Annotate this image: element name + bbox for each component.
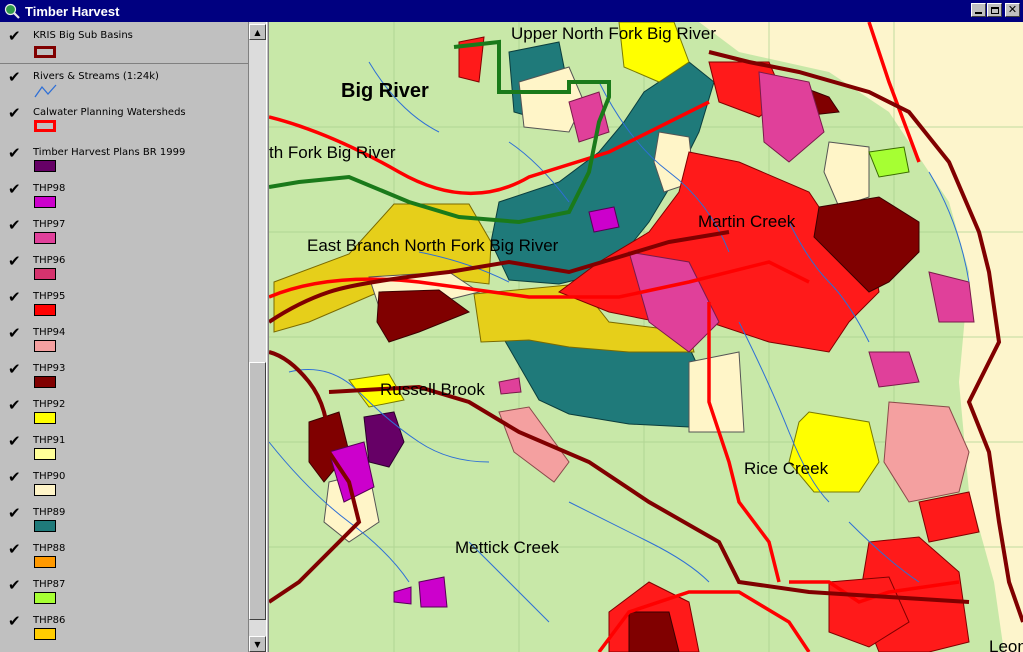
window-title-bar: Timber Harvest ✕ [0, 0, 1023, 22]
layer-name: THP96 [33, 255, 66, 266]
layer-symbol [34, 628, 56, 640]
label-martin-creek: Martin Creek [698, 212, 796, 231]
legend-panel: ✔ KRIS Big Sub Basins ✔ Rivers & Streams… [0, 22, 248, 652]
scroll-up-button[interactable]: ▲ [249, 24, 266, 40]
label-big-river: Big River [341, 80, 429, 102]
layer-checkbox[interactable]: ✔ [8, 578, 21, 593]
stream-line-symbol [34, 84, 57, 98]
restore-icon [990, 6, 999, 14]
layer-name: THP89 [33, 507, 66, 518]
legend-layer[interactable]: ✔ THP91 [0, 430, 248, 464]
label-russell-brook: Russell Brook [380, 380, 485, 399]
thp98-area [418, 576, 448, 608]
layer-name: THP88 [33, 543, 66, 554]
layer-symbol [34, 120, 56, 132]
label-leon: Leon [989, 637, 1023, 652]
map-view[interactable]: Upper North Fork Big River Big River th … [269, 22, 1023, 652]
close-button[interactable]: ✕ [1005, 3, 1020, 17]
layer-name: THP97 [33, 219, 66, 230]
legend-layer[interactable]: ✔ THP97 [0, 214, 248, 248]
layer-symbol [34, 268, 56, 280]
layer-checkbox[interactable]: ✔ [8, 326, 21, 341]
layer-checkbox[interactable]: ✔ [8, 218, 21, 233]
legend-layer[interactable]: ✔ THP94 [0, 322, 248, 356]
window-title: Timber Harvest [25, 3, 120, 19]
layer-name: Rivers & Streams (1:24k) [33, 71, 159, 82]
layer-symbol [34, 46, 56, 58]
legend-layer[interactable]: ✔ THP90 [0, 466, 248, 500]
layer-checkbox[interactable]: ✔ [8, 506, 21, 521]
minimize-icon [975, 12, 982, 14]
layer-checkbox[interactable]: ✔ [8, 254, 21, 269]
layer-checkbox[interactable]: ✔ [8, 146, 21, 161]
label-north-fork: th Fork Big River [269, 143, 396, 162]
layer-checkbox[interactable]: ✔ [8, 542, 21, 557]
layer-name: THP94 [33, 327, 66, 338]
layer-name: Timber Harvest Plans BR 1999 [33, 147, 186, 158]
layer-symbol [34, 448, 56, 460]
legend-layer[interactable]: ✔ Rivers & Streams (1:24k) [0, 66, 248, 100]
legend-layer[interactable]: ✔ KRIS Big Sub Basins [0, 26, 248, 62]
layer-name: THP91 [33, 435, 66, 446]
layer-checkbox[interactable]: ✔ [8, 106, 21, 121]
legend-layer[interactable]: ✔ THP87 [0, 574, 248, 608]
layer-checkbox[interactable]: ✔ [8, 362, 21, 377]
layer-checkbox[interactable]: ✔ [8, 398, 21, 413]
arrow-up-icon: ▲ [254, 27, 261, 37]
layer-name: THP90 [33, 471, 66, 482]
layer-name: Calwater Planning Watersheds [33, 107, 186, 118]
legend-layer[interactable]: ✔ THP88 [0, 538, 248, 572]
layer-symbol [34, 592, 56, 604]
layer-name: THP87 [33, 579, 66, 590]
layer-checkbox[interactable]: ✔ [8, 434, 21, 449]
layer-checkbox[interactable]: ✔ [8, 290, 21, 305]
thp98-area [588, 206, 620, 233]
scroll-thumb[interactable] [249, 362, 266, 620]
legend-layer[interactable]: ✔ THP95 [0, 286, 248, 320]
map-canvas[interactable]: Upper North Fork Big River Big River th … [269, 22, 1023, 652]
legend-layer[interactable]: ✔ THP98 [0, 178, 248, 212]
layer-name: THP98 [33, 183, 66, 194]
layer-symbol [34, 232, 56, 244]
layer-symbol [34, 556, 56, 568]
layer-name: THP86 [33, 615, 66, 626]
layer-symbol [34, 160, 56, 172]
close-icon: ✕ [1007, 3, 1018, 16]
legend-layer[interactable]: ✔ THP96 [0, 250, 248, 284]
maximize-button[interactable] [987, 3, 1002, 17]
layer-symbol [34, 340, 56, 352]
globe-search-icon [3, 2, 21, 20]
layer-checkbox[interactable]: ✔ [8, 182, 21, 197]
layer-name: THP92 [33, 399, 66, 410]
legend-layer[interactable]: ✔ Calwater Planning Watersheds [0, 102, 248, 136]
label-mettick-creek: Mettick Creek [455, 538, 559, 557]
layer-symbol [34, 304, 56, 316]
legend-layer[interactable]: ✔ THP86 [0, 610, 248, 644]
arrow-down-icon: ▼ [254, 639, 261, 649]
legend-layer[interactable]: ✔ THP92 [0, 394, 248, 428]
label-upper-north-fork: Upper North Fork Big River [511, 24, 716, 43]
layer-name: THP95 [33, 291, 66, 302]
minimize-button[interactable] [971, 3, 986, 17]
label-rice-creek: Rice Creek [744, 459, 829, 478]
layer-checkbox[interactable]: ✔ [8, 614, 21, 629]
layer-name: KRIS Big Sub Basins [33, 30, 133, 41]
layer-symbol [34, 412, 56, 424]
layer-checkbox[interactable]: ✔ [8, 29, 21, 44]
layer-symbol [34, 484, 56, 496]
layer-symbol [34, 196, 56, 208]
legend-layer[interactable]: ✔ Timber Harvest Plans BR 1999 [0, 142, 248, 176]
layer-checkbox[interactable]: ✔ [8, 470, 21, 485]
layer-symbol [34, 520, 56, 532]
legend-layer[interactable]: ✔ THP93 [0, 358, 248, 392]
layer-symbol [34, 376, 56, 388]
scroll-down-button[interactable]: ▼ [249, 636, 266, 652]
layer-name: THP93 [33, 363, 66, 374]
legend-scrollbar[interactable]: ▲ ▼ [248, 22, 266, 652]
legend-divider [0, 63, 248, 64]
layer-checkbox[interactable]: ✔ [8, 70, 21, 85]
legend-layer[interactable]: ✔ THP89 [0, 502, 248, 536]
label-east-branch: East Branch North Fork Big River [307, 236, 559, 255]
